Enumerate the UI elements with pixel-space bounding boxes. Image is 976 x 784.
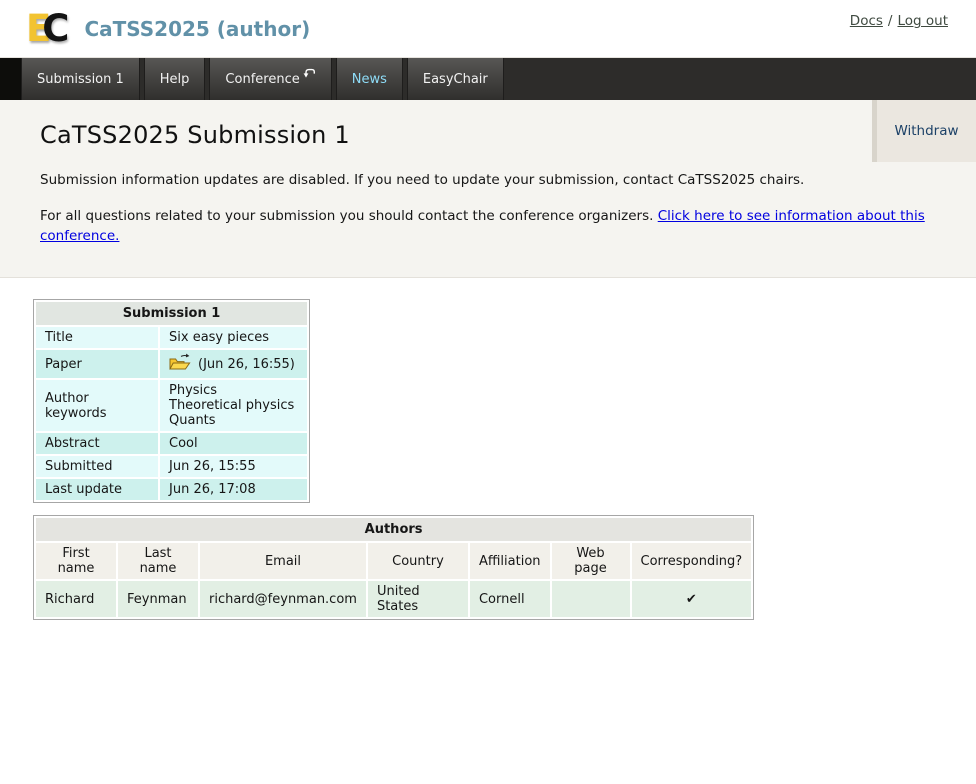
withdraw-tab[interactable]: Withdraw [872,100,976,162]
header-links: Docs /Log out [850,13,948,29]
title-label: Title [36,327,158,348]
author-affiliation: Cornell [470,581,550,617]
author-country: United States [368,581,468,617]
authors-table-title: Authors [36,518,751,541]
keywords-value: Physics Theoretical physics Quants [160,380,307,431]
main-content: Submission 1 Title Six easy pieces Paper [0,278,976,620]
authors-table-title-row: Authors [36,518,751,541]
paper-timestamp: (Jun 26, 16:55) [198,357,295,372]
docs-link[interactable]: Docs [850,13,883,29]
nav-left-spacer [0,58,21,100]
keywords-label: Author keywords [36,380,158,431]
main-navbar: Submission 1 Help Conference News EasyCh… [0,58,976,100]
link-separator: / [888,13,893,29]
table-row-submitted: Submitted Jun 26, 15:55 [36,456,307,477]
nav-submission-1[interactable]: Submission 1 [21,58,140,100]
col-web-page: Web page [552,543,630,579]
authors-column-header-row: First name Last name Email Country Affil… [36,543,751,579]
col-last-name: Last name [118,543,198,579]
updates-disabled-notice: Submission information updates are disab… [40,171,936,191]
nav-easychair-label: EasyChair [423,72,488,87]
withdraw-tab-label: Withdraw [894,123,958,139]
open-folder-download-icon[interactable] [169,353,191,375]
author-web-page [552,581,630,617]
author-corresponding-check: ✔ [632,581,752,617]
nav-news[interactable]: News [336,58,403,100]
abstract-label: Abstract [36,433,158,454]
col-affiliation: Affiliation [470,543,550,579]
author-first-name: Richard [36,581,116,617]
conference-info-paragraph: For all questions related to your submis… [40,206,936,248]
submission-table: Submission 1 Title Six easy pieces Paper [33,299,310,503]
nav-conference[interactable]: Conference [209,58,331,100]
table-row-last-update: Last update Jun 26, 17:08 [36,479,307,500]
authors-table: Authors First name Last name Email Count… [33,515,754,620]
nav-submission-1-label: Submission 1 [37,72,124,87]
keyword-item: Physics [169,383,298,398]
nav-help[interactable]: Help [144,58,206,100]
top-header: EC CaTSS2025 (author) Docs /Log out [0,0,976,58]
site-title: CaTSS2025 (author) [84,17,310,41]
table-row-paper: Paper (Jun 26, 16:55) [36,350,307,378]
nav-help-label: Help [160,72,190,87]
paper-value-cell: (Jun 26, 16:55) [169,353,298,375]
easychair-logo: EC [26,10,74,47]
last-update-label: Last update [36,479,158,500]
logo-letter-e: E [26,7,42,50]
page-header-band: Withdraw CaTSS2025 Submission 1 Submissi… [0,100,976,278]
col-first-name: First name [36,543,116,579]
title-value: Six easy pieces [160,327,307,348]
keyword-item: Theoretical physics [169,398,298,413]
table-row-keywords: Author keywords Physics Theoretical phys… [36,380,307,431]
logout-link[interactable]: Log out [897,13,948,29]
nav-news-label: News [352,72,387,87]
page-title: CaTSS2025 Submission 1 [40,121,936,149]
abstract-value: Cool [160,433,307,454]
author-row: Richard Feynman richard@feynman.com Unit… [36,581,751,617]
nav-conference-label: Conference [225,72,299,87]
table-row-title: Title Six easy pieces [36,327,307,348]
paper-label: Paper [36,350,158,378]
nav-easychair[interactable]: EasyChair [407,58,504,100]
col-email: Email [200,543,366,579]
return-icon [303,67,316,82]
col-country: Country [368,543,468,579]
col-corresponding: Corresponding? [632,543,752,579]
table-row-abstract: Abstract Cool [36,433,307,454]
logo-letter-c: C [42,7,60,50]
submitted-value: Jun 26, 15:55 [160,456,307,477]
submitted-label: Submitted [36,456,158,477]
author-last-name: Feynman [118,581,198,617]
author-email: richard@feynman.com [200,581,366,617]
submission-table-title: Submission 1 [36,302,307,325]
keyword-item: Quants [169,413,298,428]
submission-table-header-row: Submission 1 [36,302,307,325]
last-update-value: Jun 26, 17:08 [160,479,307,500]
conference-info-text: For all questions related to your submis… [40,208,658,224]
